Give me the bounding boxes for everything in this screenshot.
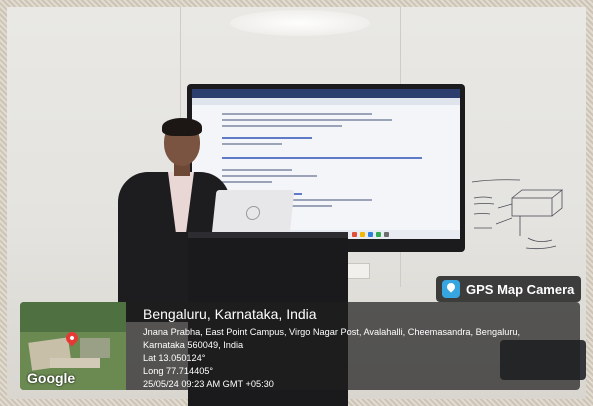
laptop-logo-icon: [245, 206, 261, 220]
gps-app-badge: GPS Map Camera: [436, 276, 581, 302]
map-thumbnail: Google: [20, 302, 126, 390]
location-title: Bengaluru, Karnataka, India: [143, 306, 317, 322]
photo: GPS Map Camera Google Bengaluru, Karnata…: [0, 0, 593, 406]
browser-tab-strip: [192, 89, 460, 98]
longitude: Long 77.714405°: [143, 366, 214, 376]
wall-socket: [346, 263, 370, 279]
timestamp: 25/05/24 09:23 AM GMT +05:30: [143, 379, 274, 389]
gps-map-camera-icon: [442, 280, 460, 298]
latitude: Lat 13.050124°: [143, 353, 206, 363]
ceiling-light-glare: [230, 10, 370, 36]
whiteboard-sketch: [471, 179, 564, 250]
browser-address-bar: [192, 98, 460, 105]
location-info-text: Bengaluru, Karnataka, India Jnana Prabha…: [143, 306, 573, 391]
address-line-2: Karnataka 560049, India: [143, 340, 244, 350]
gps-app-label: GPS Map Camera: [466, 281, 575, 297]
presenter-hair: [162, 118, 202, 136]
laptop: [211, 190, 295, 236]
podium-top-edge: [188, 232, 348, 238]
google-map-logo: Google: [27, 370, 76, 386]
address-line-1: Jnana Prabha, East Point Campus, Virgo N…: [143, 327, 521, 337]
